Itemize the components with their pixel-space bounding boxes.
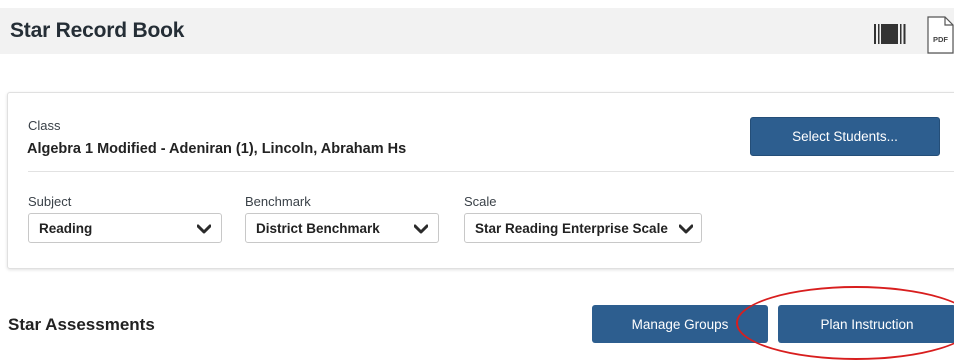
class-label: Class xyxy=(28,118,61,133)
divider xyxy=(28,171,954,172)
barcode-icon[interactable] xyxy=(874,21,910,47)
subject-label: Subject xyxy=(28,194,72,209)
class-name: Algebra 1 Modified - Adeniran (1), Linco… xyxy=(27,141,407,157)
scale-label: Scale xyxy=(464,194,497,209)
benchmark-label: Benchmark xyxy=(245,194,311,209)
plan-instruction-button[interactable]: Plan Instruction xyxy=(778,305,954,343)
chevron-down-icon xyxy=(197,224,211,234)
chevron-down-icon xyxy=(679,224,693,234)
scale-dropdown[interactable]: Star Reading Enterprise Scale xyxy=(464,213,702,243)
manage-groups-button[interactable]: Manage Groups xyxy=(592,305,768,343)
select-students-button[interactable]: Select Students... xyxy=(750,117,940,156)
pdf-icon[interactable]: PDF xyxy=(926,16,954,54)
class-settings-panel: Class Algebra 1 Modified - Adeniran (1),… xyxy=(7,92,954,269)
benchmark-dropdown-value: District Benchmark xyxy=(256,221,380,236)
chevron-down-icon xyxy=(414,224,428,234)
scale-dropdown-value: Star Reading Enterprise Scale xyxy=(475,221,668,236)
page-title: Star Record Book xyxy=(10,19,185,42)
subject-dropdown[interactable]: Reading xyxy=(28,213,222,243)
subject-dropdown-value: Reading xyxy=(39,221,93,236)
section-title: Star Assessments xyxy=(8,315,155,334)
pdf-icon-label: PDF xyxy=(933,35,948,44)
page-header: Star Record Book PDF xyxy=(0,8,954,54)
benchmark-dropdown[interactable]: District Benchmark xyxy=(245,213,439,243)
